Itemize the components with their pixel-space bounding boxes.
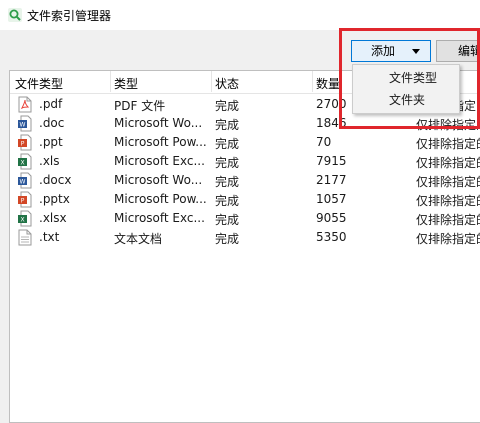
file-type-list[interactable]: 文件类型 类型 状态 数量 说明 .pdf PDF 文件 完成 2700 仅排除… <box>9 70 480 423</box>
table-row[interactable]: X .xls Microsoft Exc... 完成 7915 仅排除指定的 <box>10 152 480 171</box>
description: 仅排除指定的 <box>416 194 480 208</box>
column-header-count[interactable]: 数量 <box>316 75 340 92</box>
menu-item-label: 文件夹 <box>389 93 426 107</box>
file-count: 2177 <box>316 173 347 187</box>
description: 仅排除指定的 <box>416 175 480 189</box>
column-divider[interactable] <box>312 71 313 92</box>
ppt-file-icon: P <box>18 191 32 208</box>
description: 仅排除指定的 <box>416 232 480 246</box>
file-extension: .txt <box>39 230 60 244</box>
add-button[interactable]: 添加 <box>351 40 431 62</box>
index-status: 完成 <box>215 213 240 227</box>
file-count: 1057 <box>316 192 347 206</box>
column-header-status[interactable]: 状态 <box>215 75 239 92</box>
edit-button[interactable]: 编辑 <box>436 40 480 62</box>
table-row[interactable]: P .ppt Microsoft Pow... 完成 70 仅排除指定的 <box>10 133 480 152</box>
table-row[interactable]: X .xlsx Microsoft Exc... 完成 9055 仅排除指定的 <box>10 209 480 228</box>
file-extension: .docx <box>39 173 72 187</box>
file-type-name: Microsoft Wo... <box>114 116 203 130</box>
file-type-name: Microsoft Pow... <box>114 135 207 149</box>
pdf-file-icon <box>18 96 32 113</box>
window-title: 文件索引管理器 <box>27 9 112 23</box>
file-count: 7915 <box>316 154 347 168</box>
file-count: 2700 <box>316 97 347 111</box>
file-count: 1846 <box>316 116 347 130</box>
index-status: 完成 <box>215 99 240 113</box>
chevron-down-icon[interactable] <box>412 49 420 54</box>
index-status: 完成 <box>215 156 240 170</box>
title-bar: 文件索引管理器 <box>0 0 480 30</box>
description: 仅排除指定的 <box>416 156 480 170</box>
column-header-file-type[interactable]: 文件类型 <box>15 75 63 92</box>
index-status: 完成 <box>215 175 240 189</box>
file-extension: .xlsx <box>39 211 67 225</box>
column-header-type[interactable]: 类型 <box>114 75 138 92</box>
add-button-label: 添加 <box>371 44 396 58</box>
description: 仅排除指定的 <box>416 213 480 227</box>
menu-item-file-type[interactable]: 文件类型 <box>353 67 459 89</box>
file-type-name: Microsoft Pow... <box>114 192 207 206</box>
file-type-name: PDF 文件 <box>114 99 166 113</box>
svg-text:P: P <box>21 198 25 205</box>
excel-file-icon: X <box>18 210 32 227</box>
svg-text:P: P <box>21 141 25 148</box>
file-type-name: 文本文档 <box>114 232 163 246</box>
svg-text:W: W <box>20 179 26 186</box>
index-status: 完成 <box>215 232 240 246</box>
search-app-icon <box>8 8 22 22</box>
column-divider[interactable] <box>110 71 111 92</box>
description: 仅排除指定的 <box>416 118 480 132</box>
file-type-name: Microsoft Exc... <box>114 211 205 225</box>
index-status: 完成 <box>215 118 240 132</box>
excel-file-icon: X <box>18 153 32 170</box>
table-row[interactable]: W .docx Microsoft Wo... 完成 2177 仅排除指定的 <box>10 171 480 190</box>
table-row[interactable]: P .pptx Microsoft Pow... 完成 1057 仅排除指定的 <box>10 190 480 209</box>
file-extension: .doc <box>39 116 65 130</box>
file-extension: .pptx <box>39 192 70 206</box>
edit-button-label: 编辑 <box>458 44 480 58</box>
index-status: 完成 <box>215 194 240 208</box>
svg-text:X: X <box>20 160 24 167</box>
file-type-name: Microsoft Wo... <box>114 173 203 187</box>
text-file-icon <box>18 229 32 246</box>
description: 仅排除指定的 <box>416 137 480 151</box>
ppt-file-icon: P <box>18 134 32 151</box>
svg-text:W: W <box>20 122 26 129</box>
file-count: 9055 <box>316 211 347 225</box>
table-row[interactable]: .txt 文本文档 完成 5350 仅排除指定的 <box>10 228 480 247</box>
table-row[interactable]: W .doc Microsoft Wo... 完成 1846 仅排除指定的 <box>10 114 480 133</box>
file-extension: .xls <box>39 154 60 168</box>
file-type-name: Microsoft Exc... <box>114 154 205 168</box>
word-file-icon: W <box>18 172 32 189</box>
file-extension: .pdf <box>39 97 63 111</box>
file-count: 5350 <box>316 230 347 244</box>
menu-item-folder[interactable]: 文件夹 <box>353 89 459 111</box>
add-dropdown-menu: 文件类型 文件夹 <box>352 64 460 114</box>
file-count: 70 <box>316 135 332 149</box>
column-divider[interactable] <box>211 71 212 92</box>
menu-item-label: 文件类型 <box>389 71 438 85</box>
file-extension: .ppt <box>39 135 63 149</box>
word-file-icon: W <box>18 115 32 132</box>
index-status: 完成 <box>215 137 240 151</box>
svg-text:X: X <box>20 217 24 224</box>
